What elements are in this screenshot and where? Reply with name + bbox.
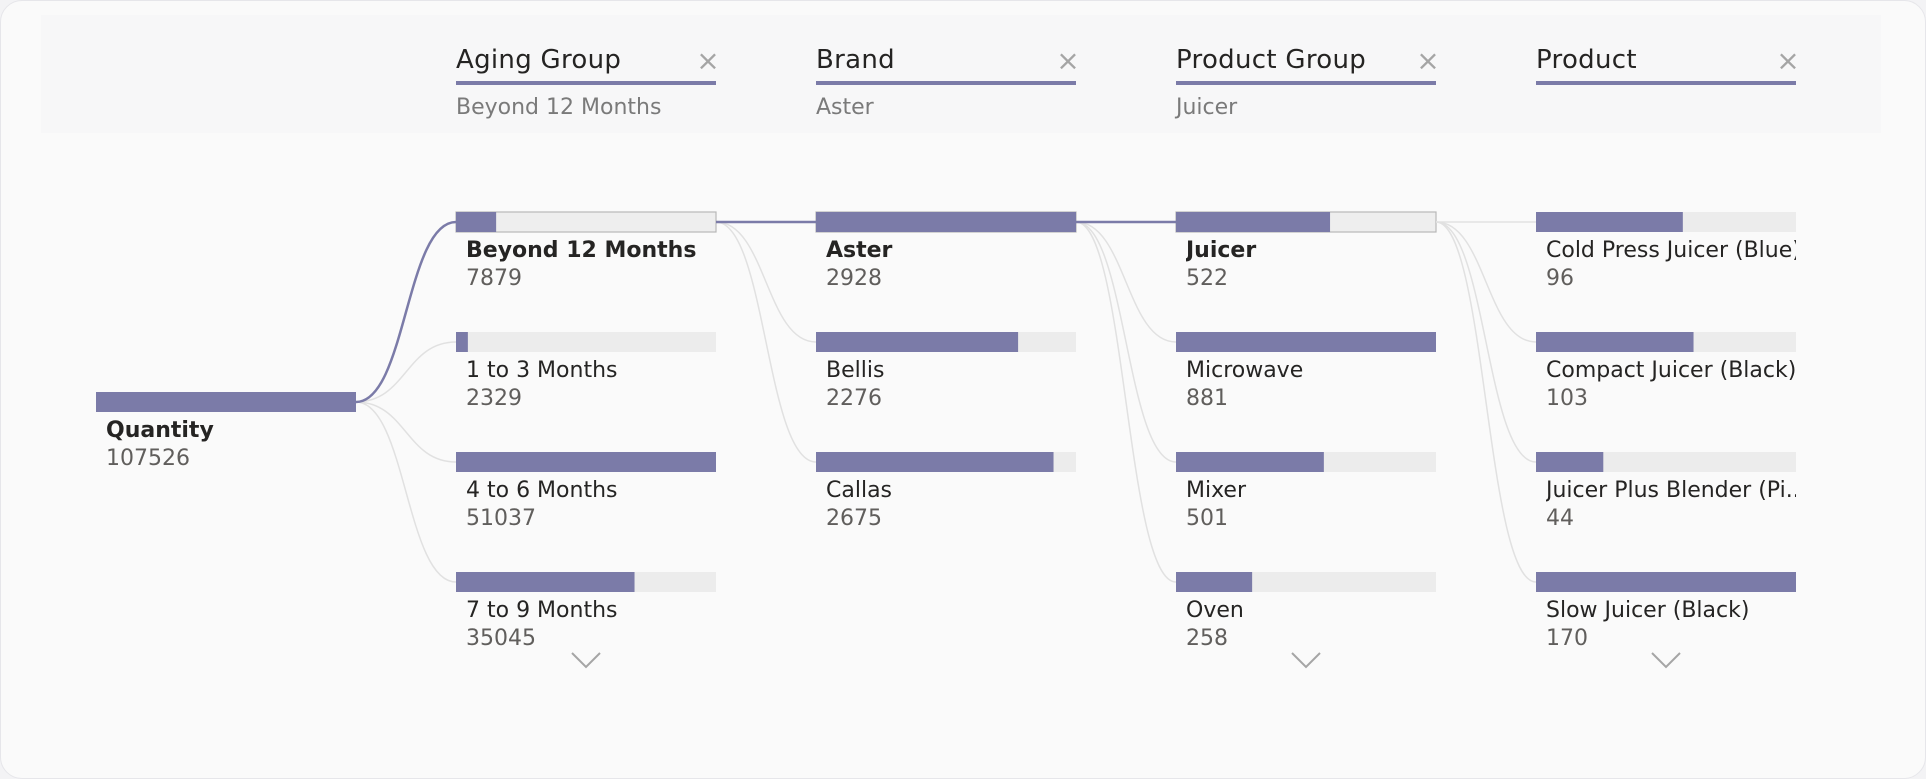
node-label-mixer[interactable]: Mixer [1186, 478, 1436, 503]
node-value: 881 [1186, 386, 1228, 411]
connector [715, 221, 817, 463]
chevron-down-icon[interactable] [1291, 652, 1321, 669]
close-icon[interactable]: × [694, 47, 722, 75]
node-bar-fill[interactable] [1176, 452, 1324, 472]
node-label-microwave[interactable]: Microwave [1186, 358, 1436, 383]
chevron-down-icon[interactable] [571, 652, 601, 669]
node-value: 2276 [826, 386, 882, 411]
connector [715, 221, 817, 343]
level-selected-value: Juicer [1176, 95, 1238, 120]
root-value: 107526 [106, 446, 190, 471]
close-icon[interactable]: × [1414, 47, 1442, 75]
node-label-cold-press-juicer-blue[interactable]: Cold Press Juicer (Blue) [1546, 238, 1796, 263]
node-label-7-to-9-months[interactable]: 7 to 9 Months [466, 598, 716, 623]
tree-canvas [96, 211, 1796, 669]
node-label-callas[interactable]: Callas [826, 478, 1076, 503]
node-value: 7879 [466, 266, 522, 291]
connector-active [355, 220, 457, 404]
node-label-slow-juicer-black[interactable]: Slow Juicer (Black) [1546, 598, 1796, 623]
node-bar-fill[interactable] [1176, 332, 1436, 352]
node-value: 44 [1546, 506, 1574, 531]
node-value: 2329 [466, 386, 522, 411]
level-header-underline [1536, 81, 1796, 85]
node-label-4-to-6-months[interactable]: 4 to 6 Months [466, 478, 716, 503]
connector [1075, 221, 1177, 583]
level-header-aging-group: Aging Group [456, 45, 622, 75]
node-bar-fill[interactable] [1176, 572, 1253, 592]
node-label-oven[interactable]: Oven [1186, 598, 1436, 623]
node-bar-fill[interactable] [1536, 452, 1604, 472]
node-label-1-to-3-months[interactable]: 1 to 3 Months [466, 358, 716, 383]
node-label-bellis[interactable]: Bellis [826, 358, 1076, 383]
connector [1075, 221, 1177, 343]
node-bar-fill[interactable] [1536, 572, 1796, 592]
connector [1435, 221, 1537, 583]
node-bar-fill[interactable] [456, 452, 716, 472]
node-bar-fill[interactable] [456, 212, 497, 232]
node-bar-fill[interactable] [816, 332, 1019, 352]
connector [355, 401, 457, 463]
node-value: 501 [1186, 506, 1228, 531]
node-value: 170 [1546, 626, 1588, 651]
node-bar-fill[interactable] [816, 212, 1076, 232]
connector [1435, 221, 1537, 343]
node-value: 2675 [826, 506, 882, 531]
node-label-juicer-plus-blender-pi[interactable]: Juicer Plus Blender (Pi... [1546, 478, 1796, 503]
node-value: 258 [1186, 626, 1228, 651]
node-value: 103 [1546, 386, 1588, 411]
node-bar-fill[interactable] [456, 572, 635, 592]
node-label-compact-juicer-black[interactable]: Compact Juicer (Black) [1546, 358, 1796, 383]
node-value: 35045 [466, 626, 536, 651]
level-header-brand: Brand [816, 45, 895, 75]
node-label-beyond-12-months[interactable]: Beyond 12 Months [466, 238, 716, 263]
node-bar-track[interactable] [456, 332, 716, 352]
connector [355, 341, 457, 403]
level-header-underline [816, 81, 1076, 85]
level-header-product-group: Product Group [1176, 45, 1367, 75]
level-selected-value: Beyond 12 Months [456, 95, 662, 120]
connector [1435, 221, 1537, 463]
close-icon[interactable]: × [1054, 47, 1082, 75]
root-bar[interactable] [96, 392, 356, 412]
root-label: Quantity [106, 418, 214, 443]
chevron-down-icon[interactable] [1651, 652, 1681, 669]
node-bar-fill[interactable] [816, 452, 1054, 472]
decomposition-tree-visual: Quantity 107526 Aging Group × Beyond 12 Mont… [0, 0, 1926, 779]
level-header-product: Product [1536, 45, 1637, 75]
node-bar-fill[interactable] [456, 332, 468, 352]
level-header-underline [1176, 81, 1436, 85]
node-value: 522 [1186, 266, 1228, 291]
level-selected-value: Aster [816, 95, 874, 120]
node-bar-fill[interactable] [1176, 212, 1331, 232]
node-bar-fill[interactable] [1536, 212, 1683, 232]
node-value: 2928 [826, 266, 882, 291]
connector [1075, 221, 1177, 463]
node-bar-fill[interactable] [1536, 332, 1694, 352]
node-value: 51037 [466, 506, 536, 531]
node-value: 96 [1546, 266, 1574, 291]
level-header-underline [456, 81, 716, 85]
node-label-aster[interactable]: Aster [826, 238, 1076, 263]
node-label-juicer[interactable]: Juicer [1186, 238, 1436, 263]
close-icon[interactable]: × [1774, 47, 1802, 75]
connector [355, 401, 457, 583]
